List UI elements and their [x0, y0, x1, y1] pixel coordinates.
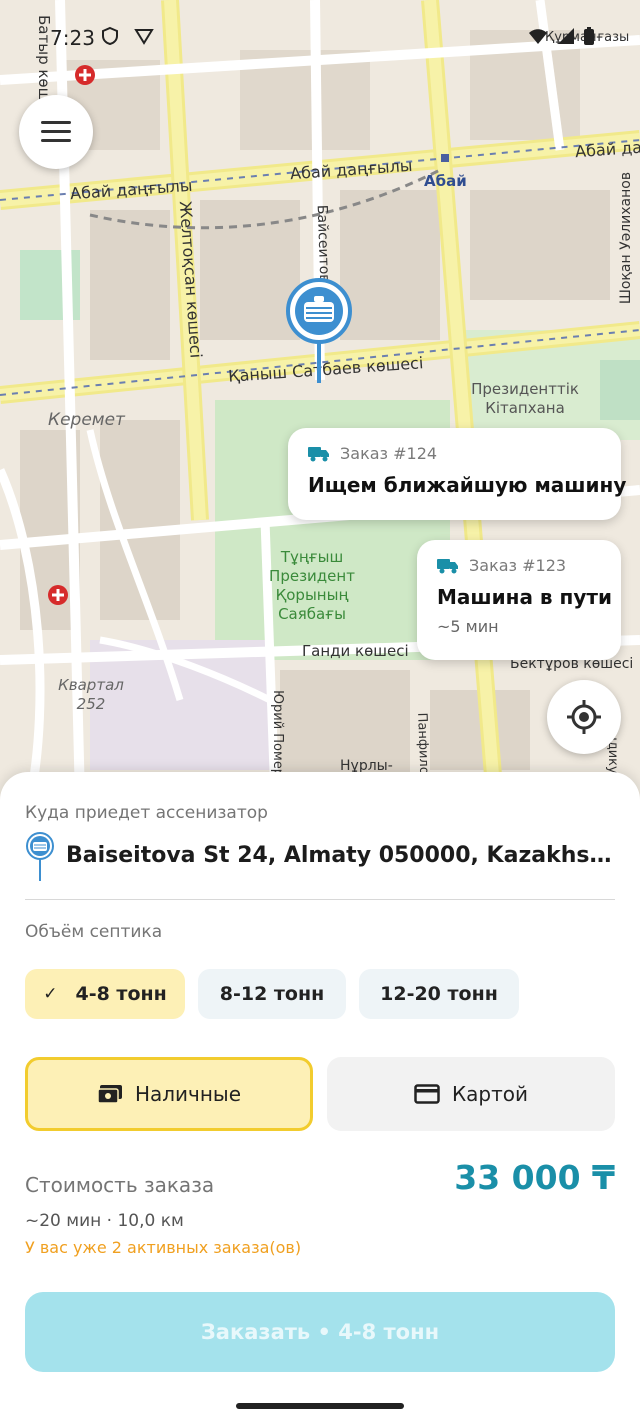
vpn-icon	[134, 29, 154, 45]
home-indicator[interactable]	[236, 1403, 404, 1409]
volume-chip-8-12[interactable]: 8-12 тонн	[198, 969, 346, 1019]
place-label-library: Президенттік Кітапхана	[471, 380, 579, 417]
locate-button[interactable]	[547, 680, 621, 754]
order-button[interactable]: Заказать • 4-8 тонн	[25, 1292, 615, 1372]
order-status: Ищем ближайшую машину	[308, 473, 627, 497]
volume-chip-label: 12-20 тонн	[380, 983, 498, 1005]
wifi-icon	[529, 29, 547, 44]
menu-icon	[41, 121, 71, 142]
address-field[interactable]: Baiseitova St 24, Almaty 050000, Kazakhs…	[66, 843, 621, 868]
volume-chip-4-8[interactable]: ✓ 4-8 тонн	[25, 969, 185, 1019]
truck-icon	[308, 446, 329, 461]
order-number: Заказ #123	[469, 556, 567, 575]
location-pin[interactable]	[284, 278, 354, 388]
payment-cash-button[interactable]: Наличные	[25, 1057, 313, 1131]
shield-icon	[102, 26, 118, 46]
map-view[interactable]: Абай даңғылы Абай даңғылы Абай даңғылы А…	[0, 0, 640, 800]
destination-label: Куда приедет ассенизатор	[25, 803, 268, 823]
battery-icon	[584, 27, 594, 45]
payment-card-label: Картой	[451, 1082, 529, 1106]
metro-station-label: Абай	[424, 172, 467, 190]
payment-card-button[interactable]: Картой	[327, 1057, 615, 1131]
order-card-124[interactable]: Заказ #124 Ищем ближайшую машину	[288, 428, 627, 520]
volume-label: Объём септика	[25, 922, 163, 942]
place-label-kvartal: Квартал 252	[58, 676, 124, 713]
status-time: 7:23	[50, 26, 95, 50]
address-pin-icon	[26, 832, 54, 881]
crosshair-icon	[567, 700, 601, 734]
place-label-keremet: Керемет	[48, 410, 125, 430]
active-orders-warning: У вас уже 2 активных заказа(ов)	[25, 1238, 302, 1257]
street-label-shokan: Шоқан Уәлиханов	[618, 171, 635, 305]
truck-icon	[437, 558, 458, 573]
eta-distance: ~20 мин · 10,0 км	[25, 1211, 184, 1231]
signal-icon	[558, 28, 574, 44]
order-card-123[interactable]: Заказ #123 Машина в пути ~5 мин	[417, 540, 621, 660]
menu-button[interactable]	[19, 95, 93, 169]
check-icon: ✓	[43, 984, 58, 1004]
cash-icon	[97, 1085, 122, 1104]
status-bar: 7:23	[0, 0, 640, 70]
street-label-gandi: Ганди көшесі	[302, 642, 409, 660]
order-price: 33 000 ₸	[454, 1158, 615, 1197]
volume-chip-label: 4-8 тонн	[75, 983, 167, 1005]
volume-chip-label: 8-12 тонн	[219, 983, 325, 1005]
order-status: Машина в пути	[437, 585, 613, 609]
order-number: Заказ #124	[340, 444, 438, 463]
card-icon	[414, 1084, 440, 1104]
place-label-park: Тұңғыш Президент Қорының Саябағы	[269, 548, 355, 623]
street-label-yuriy: Юрий Помера	[270, 689, 286, 786]
payment-cash-label: Наличные	[134, 1082, 242, 1106]
cost-label: Стоимость заказа	[25, 1173, 215, 1197]
order-eta: ~5 мин	[437, 617, 499, 636]
volume-chip-12-20[interactable]: 12-20 тонн	[359, 969, 519, 1019]
divider	[25, 899, 615, 900]
